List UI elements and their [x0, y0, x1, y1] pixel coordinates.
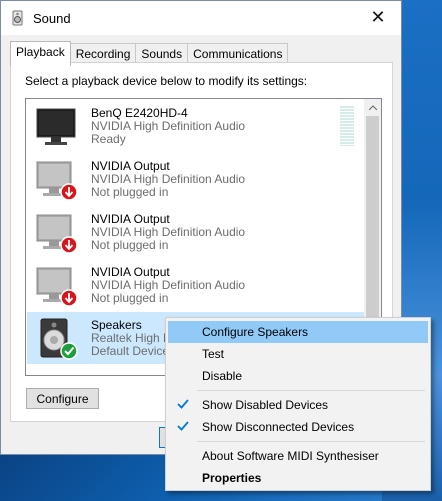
instruction-text: Select a playback device below to modify… — [25, 74, 308, 88]
device-status: Ready — [91, 132, 126, 146]
checkmark-icon — [177, 421, 189, 431]
configure-button[interactable]: Configure — [26, 388, 99, 409]
monitor-unplugged-icon — [36, 214, 78, 254]
speaker-app-icon — [12, 10, 23, 26]
menu-item-show-disconnected[interactable]: Show Disconnected Devices — [168, 416, 428, 438]
close-icon: ✕ — [370, 6, 386, 27]
window-title: Sound — [33, 11, 71, 26]
checkmark-icon — [177, 399, 189, 409]
menu-item-label: About Software MIDI Synthesiser — [202, 449, 379, 463]
monitor-unplugged-icon — [36, 161, 78, 201]
context-menu: Configure Speakers Test Disable Show Dis… — [165, 317, 431, 491]
tab-communications[interactable]: Communications — [187, 43, 289, 64]
menu-item-disable[interactable]: Disable — [168, 365, 428, 387]
menu-item-test[interactable]: Test — [168, 343, 428, 365]
device-name: Speakers — [91, 318, 142, 332]
device-name: BenQ E2420HD-4 — [91, 106, 188, 120]
device-name: NVIDIA Output — [91, 159, 170, 173]
device-driver: Realtek High D — [91, 331, 172, 345]
tab-recording[interactable]: Recording — [69, 43, 137, 64]
title-bar: Sound ✕ — [1, 1, 401, 35]
device-item[interactable]: BenQ E2420HD-4 NVIDIA High Definition Au… — [27, 100, 364, 152]
monitor-unplugged-icon — [36, 267, 78, 307]
speaker-default-icon — [40, 318, 78, 360]
tab-sounds[interactable]: Sounds — [135, 43, 189, 64]
menu-item-about-midi[interactable]: About Software MIDI Synthesiser — [168, 445, 428, 467]
menu-item-label: Disable — [202, 369, 243, 383]
menu-item-label: Show Disconnected Devices — [202, 420, 355, 434]
tab-playback[interactable]: Playback — [10, 41, 71, 66]
scroll-up-button[interactable] — [364, 99, 381, 116]
volume-level-meter — [340, 106, 354, 146]
device-name: NVIDIA Output — [91, 265, 170, 279]
monitor-icon — [36, 108, 76, 145]
device-item[interactable]: NVIDIA Output NVIDIA High Definition Aud… — [27, 259, 364, 311]
menu-item-label: Configure Speakers — [202, 325, 309, 339]
menu-item-label: Show Disabled Devices — [202, 398, 329, 412]
tab-strip: Playback Recording Sounds Communications — [10, 41, 289, 66]
menu-separator — [197, 390, 425, 391]
device-driver: NVIDIA High Definition Audio — [91, 225, 246, 239]
device-status: Not plugged in — [91, 185, 169, 199]
scroll-thumb[interactable] — [366, 116, 379, 334]
device-item[interactable]: NVIDIA Output NVIDIA High Definition Aud… — [27, 153, 364, 205]
device-status: Not plugged in — [91, 291, 169, 305]
device-name: NVIDIA Output — [91, 212, 170, 226]
device-status: Default Device — [91, 344, 170, 358]
device-driver: NVIDIA High Definition Audio — [91, 119, 246, 133]
menu-item-label: Properties — [202, 471, 262, 485]
close-button[interactable]: ✕ — [355, 1, 401, 33]
menu-item-properties[interactable]: Properties — [168, 467, 428, 489]
device-driver: NVIDIA High Definition Audio — [91, 172, 246, 186]
chevron-up-icon — [368, 105, 377, 110]
menu-item-label: Test — [202, 347, 225, 361]
menu-item-configure-speakers[interactable]: Configure Speakers — [168, 321, 428, 343]
menu-item-show-disabled[interactable]: Show Disabled Devices — [168, 394, 428, 416]
device-status: Not plugged in — [91, 238, 169, 252]
device-item[interactable]: NVIDIA Output NVIDIA High Definition Aud… — [27, 206, 364, 258]
menu-separator — [197, 441, 425, 442]
device-driver: NVIDIA High Definition Audio — [91, 278, 246, 292]
